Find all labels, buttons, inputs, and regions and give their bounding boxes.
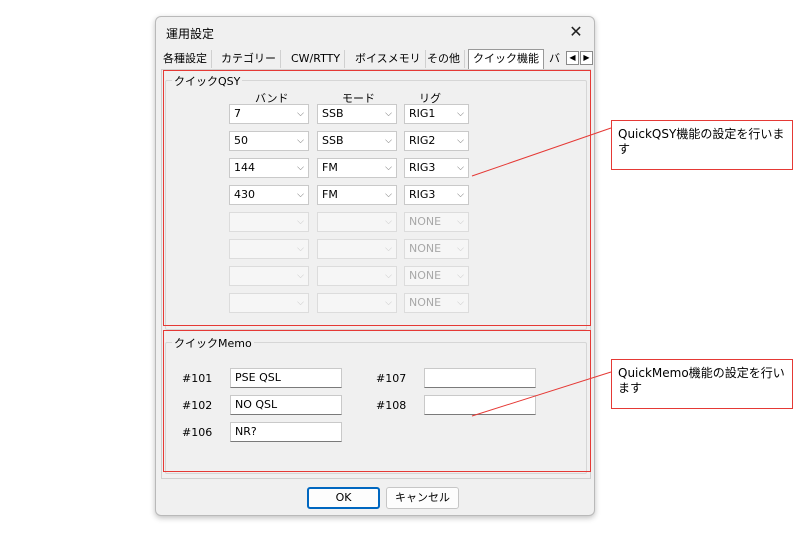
chevron-down-icon: ⌵ bbox=[385, 217, 392, 227]
qsy-row-8-mode-select: ⌵ bbox=[317, 293, 397, 313]
chevron-down-icon: ⌵ bbox=[385, 244, 392, 254]
chevron-down-icon: ⌵ bbox=[457, 190, 464, 200]
qsy-row-2-band-select[interactable]: 50 ⌵ bbox=[229, 131, 309, 151]
qsy-row-8-rig-select: NONE ⌵ bbox=[404, 293, 469, 313]
quickmemo-group-label: クイックMemo bbox=[172, 335, 254, 351]
dialog-title: 運用設定 bbox=[166, 27, 215, 41]
chevron-down-icon: ⌵ bbox=[297, 298, 304, 308]
chevron-down-icon: ⌵ bbox=[297, 217, 304, 227]
tab-voice-memory[interactable]: ボイスメモリ bbox=[351, 50, 426, 68]
qsy-row-3-mode-value: FM bbox=[322, 161, 338, 174]
chevron-down-icon: ⌵ bbox=[457, 271, 464, 281]
qsy-row-1-band-select[interactable]: 7 ⌵ bbox=[229, 104, 309, 124]
quickqsy-callout: QuickQSY機能の設定を行います bbox=[611, 120, 793, 170]
chevron-down-icon: ⌵ bbox=[385, 109, 392, 119]
chevron-down-icon: ⌵ bbox=[385, 298, 392, 308]
title-bar: 運用設定 ✕ bbox=[156, 17, 594, 49]
memo-label-107: #107 bbox=[376, 372, 407, 385]
chevron-down-icon: ⌵ bbox=[297, 109, 304, 119]
chevron-down-icon: ⌵ bbox=[457, 109, 464, 119]
qsy-row-2-mode-value: SSB bbox=[322, 134, 344, 147]
qsy-row-4-mode-value: FM bbox=[322, 188, 338, 201]
qsy-row-3-mode-select[interactable]: FM ⌵ bbox=[317, 158, 397, 178]
qsy-row-6-mode-select: ⌵ bbox=[317, 239, 397, 259]
cancel-button[interactable]: キャンセル bbox=[386, 487, 459, 509]
qsy-row-6-rig-value: NONE bbox=[409, 242, 442, 255]
chevron-down-icon: ⌵ bbox=[385, 136, 392, 146]
chevron-down-icon: ⌵ bbox=[297, 163, 304, 173]
qsy-row-4-band-select[interactable]: 430 ⌵ bbox=[229, 185, 309, 205]
tab-quick-functions[interactable]: クイック機能 bbox=[468, 49, 544, 69]
chevron-down-icon: ⌵ bbox=[385, 163, 392, 173]
memo-field-106[interactable]: NR? bbox=[230, 422, 342, 442]
memo-field-107[interactable] bbox=[424, 368, 536, 388]
settings-dialog: 運用設定 ✕ 各種設定 カテゴリー CW/RTTY ボイスメモリ その他 クイッ… bbox=[155, 16, 595, 516]
qsy-row-3-band-select[interactable]: 144 ⌵ bbox=[229, 158, 309, 178]
quick-functions-panel: クイックQSY バンド モード リグ 7 ⌵ SSB ⌵ RIG1 ⌵ 50 ⌵ SSB ⌵ RIG… bbox=[161, 69, 591, 479]
memo-label-101: #101 bbox=[182, 372, 213, 385]
qsy-row-4-rig-select[interactable]: RIG3 ⌵ bbox=[404, 185, 469, 205]
memo-label-106: #106 bbox=[182, 426, 213, 439]
tab-general[interactable]: 各種設定 bbox=[159, 50, 212, 68]
qsy-row-8-rig-value: NONE bbox=[409, 296, 442, 309]
memo-field-101[interactable]: PSE QSL bbox=[230, 368, 342, 388]
qsy-row-2-rig-select[interactable]: RIG2 ⌵ bbox=[404, 131, 469, 151]
chevron-down-icon: ⌵ bbox=[297, 271, 304, 281]
qsy-row-5-rig-select: NONE ⌵ bbox=[404, 212, 469, 232]
tab-scroll-left-icon[interactable]: ◀ bbox=[566, 51, 579, 65]
quickmemo-callout: QuickMemo機能の設定を行います bbox=[611, 359, 793, 409]
chevron-down-icon: ⌵ bbox=[385, 271, 392, 281]
qsy-row-1-band-value: 7 bbox=[234, 107, 241, 120]
tab-overflow[interactable]: バ bbox=[545, 50, 564, 68]
qsy-row-3-rig-select[interactable]: RIG3 ⌵ bbox=[404, 158, 469, 178]
chevron-down-icon: ⌵ bbox=[457, 298, 464, 308]
qsy-row-2-band-value: 50 bbox=[234, 134, 248, 147]
qsy-row-3-rig-value: RIG3 bbox=[409, 161, 436, 174]
chevron-down-icon: ⌵ bbox=[297, 190, 304, 200]
memo-label-108: #108 bbox=[376, 399, 407, 412]
memo-label-102: #102 bbox=[182, 399, 213, 412]
qsy-row-3-band-value: 144 bbox=[234, 161, 255, 174]
memo-field-108[interactable] bbox=[424, 395, 536, 415]
qsy-row-7-rig-value: NONE bbox=[409, 269, 442, 282]
tab-cw-rtty[interactable]: CW/RTTY bbox=[287, 50, 346, 68]
chevron-down-icon: ⌵ bbox=[297, 136, 304, 146]
qsy-row-6-rig-select: NONE ⌵ bbox=[404, 239, 469, 259]
qsy-row-2-mode-select[interactable]: SSB ⌵ bbox=[317, 131, 397, 151]
tab-scroll-right-icon[interactable]: ▶ bbox=[580, 51, 593, 65]
tab-other[interactable]: その他 bbox=[423, 50, 465, 68]
qsy-row-8-band-select: ⌵ bbox=[229, 293, 309, 313]
qsy-row-4-rig-value: RIG3 bbox=[409, 188, 436, 201]
qsy-row-7-band-select: ⌵ bbox=[229, 266, 309, 286]
qsy-row-2-rig-value: RIG2 bbox=[409, 134, 436, 147]
qsy-row-5-band-select: ⌵ bbox=[229, 212, 309, 232]
qsy-row-6-band-select: ⌵ bbox=[229, 239, 309, 259]
chevron-down-icon: ⌵ bbox=[297, 244, 304, 254]
qsy-row-4-mode-select[interactable]: FM ⌵ bbox=[317, 185, 397, 205]
chevron-down-icon: ⌵ bbox=[457, 217, 464, 227]
qsy-row-1-rig-value: RIG1 bbox=[409, 107, 436, 120]
qsy-row-5-rig-value: NONE bbox=[409, 215, 442, 228]
chevron-down-icon: ⌵ bbox=[457, 163, 464, 173]
chevron-down-icon: ⌵ bbox=[457, 136, 464, 146]
qsy-row-4-band-value: 430 bbox=[234, 188, 255, 201]
qsy-row-1-mode-select[interactable]: SSB ⌵ bbox=[317, 104, 397, 124]
memo-field-102[interactable]: NO QSL bbox=[230, 395, 342, 415]
qsy-row-5-mode-select: ⌵ bbox=[317, 212, 397, 232]
quickqsy-group-label: クイックQSY bbox=[172, 73, 243, 89]
chevron-down-icon: ⌵ bbox=[457, 244, 464, 254]
close-icon[interactable]: ✕ bbox=[566, 22, 586, 42]
qsy-row-7-mode-select: ⌵ bbox=[317, 266, 397, 286]
qsy-row-1-rig-select[interactable]: RIG1 ⌵ bbox=[404, 104, 469, 124]
qsy-row-7-rig-select: NONE ⌵ bbox=[404, 266, 469, 286]
tab-category[interactable]: カテゴリー bbox=[217, 50, 281, 68]
qsy-row-1-mode-value: SSB bbox=[322, 107, 344, 120]
ok-button[interactable]: OK bbox=[307, 487, 380, 509]
tab-strip: 各種設定 カテゴリー CW/RTTY ボイスメモリ その他 クイック機能 バ ◀… bbox=[159, 49, 593, 69]
chevron-down-icon: ⌵ bbox=[385, 190, 392, 200]
